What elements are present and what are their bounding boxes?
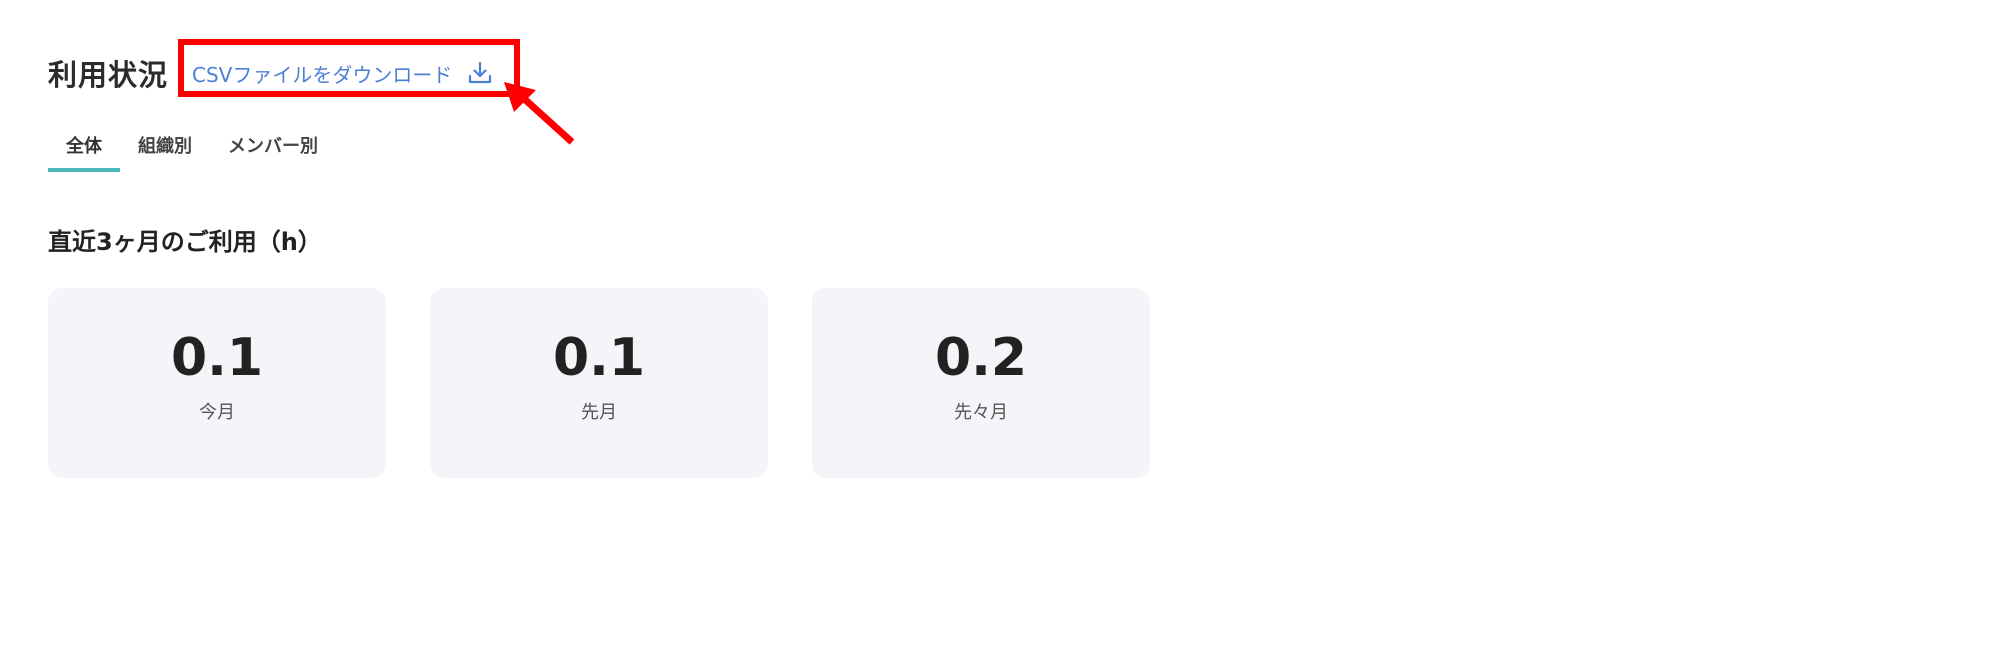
page-header: 利用状況 CSVファイルをダウンロード — [48, 48, 494, 98]
usage-period-label: 先月 — [581, 402, 617, 423]
tab-by-organization[interactable]: 組織別 — [120, 126, 210, 172]
tab-label: 全体 — [66, 136, 102, 157]
csv-download-label: CSVファイルをダウンロード — [192, 62, 453, 87]
usage-period-label: 今月 — [199, 402, 235, 423]
csv-download-link[interactable]: CSVファイルをダウンロード — [192, 59, 494, 88]
tab-label: メンバー別 — [228, 136, 318, 157]
tab-overall[interactable]: 全体 — [48, 126, 120, 172]
usage-value: 0.1 — [552, 328, 646, 388]
tab-label: 組織別 — [138, 136, 192, 157]
download-icon — [466, 59, 494, 87]
usage-card-two-months-ago: 0.2 先々月 — [812, 288, 1150, 478]
usage-page: 利用状況 CSVファイルをダウンロード 全体 組織別 メンバー別 直近3ヶ月のご… — [0, 0, 2000, 648]
usage-card-this-month: 0.1 今月 — [48, 288, 386, 478]
usage-period-label: 先々月 — [954, 402, 1008, 423]
annotation-arrow-icon — [504, 82, 575, 145]
usage-value: 0.1 — [170, 328, 264, 388]
usage-section-title: 直近3ヶ月のご利用（h） — [48, 228, 322, 256]
usage-card-last-month: 0.1 先月 — [430, 288, 768, 478]
tab-by-member[interactable]: メンバー別 — [210, 126, 336, 172]
page-title: 利用状況 — [48, 58, 169, 92]
usage-cards: 0.1 今月 0.1 先月 0.2 先々月 — [48, 288, 1150, 478]
usage-value: 0.2 — [934, 328, 1028, 388]
view-tabs: 全体 組織別 メンバー別 — [48, 124, 336, 172]
